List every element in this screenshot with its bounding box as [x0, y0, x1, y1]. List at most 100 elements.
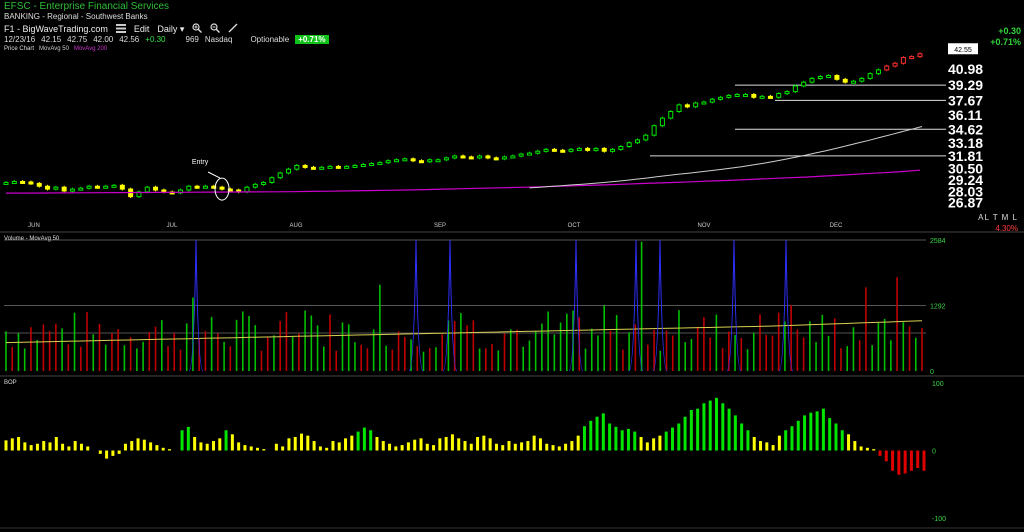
candle: [842, 78, 848, 83]
candle: [867, 73, 873, 79]
candle: [427, 159, 433, 163]
candle: [701, 101, 707, 105]
candle: [186, 185, 192, 191]
month-label: OCT: [568, 223, 581, 229]
candle: [502, 156, 508, 160]
candle: [568, 148, 574, 152]
candle: [817, 75, 823, 79]
candle: [759, 95, 765, 99]
month-label: AUG: [289, 223, 302, 229]
candle: [767, 95, 773, 99]
candle: [875, 69, 881, 75]
candle: [28, 181, 34, 185]
candle: [144, 186, 150, 193]
candle: [643, 134, 649, 141]
candle: [360, 163, 366, 167]
candle: [751, 93, 757, 98]
candle: [726, 94, 732, 98]
candle: [826, 75, 832, 79]
month-label: JUN: [28, 223, 40, 229]
candle: [94, 185, 100, 189]
volume-axis-label: 0: [930, 369, 934, 376]
candle: [119, 184, 125, 190]
candle: [294, 164, 300, 170]
candle: [460, 155, 466, 159]
candle: [693, 102, 699, 108]
candle: [452, 155, 458, 159]
candle: [69, 188, 75, 192]
chart-canvas[interactable]: 40.9839.2937.6736.1134.6233.1831.8130.50…: [0, 0, 1024, 532]
candle: [659, 117, 665, 127]
last-price-label: 42.55: [954, 47, 972, 54]
candle: [809, 77, 815, 83]
candle: [784, 91, 790, 95]
candle: [244, 186, 250, 193]
candle: [111, 184, 117, 188]
bop-axis-label: -100: [932, 516, 946, 523]
bop-axis-label: 100: [932, 381, 944, 388]
candle: [792, 85, 798, 93]
candle: [335, 165, 341, 169]
candle: [78, 187, 84, 191]
candle: [892, 62, 898, 67]
candle: [377, 162, 383, 166]
candle: [269, 177, 275, 183]
candle: [593, 147, 599, 151]
candle: [535, 150, 541, 154]
candle: [684, 104, 690, 108]
candle: [286, 168, 292, 174]
candle: [219, 186, 225, 190]
candle: [651, 125, 657, 136]
candle: [709, 98, 715, 103]
candle: [801, 81, 807, 87]
candle: [917, 53, 923, 58]
candle: [53, 186, 59, 190]
candle: [277, 172, 283, 179]
candle: [394, 159, 400, 163]
candle: [485, 155, 491, 159]
candle: [676, 104, 682, 112]
candle: [743, 93, 749, 97]
candle: [618, 146, 624, 150]
candle: [834, 75, 840, 80]
price-axis-label: 40.98: [948, 61, 983, 77]
bop-axis-label: 0: [932, 449, 936, 456]
candle: [45, 185, 51, 190]
candle: [252, 183, 258, 188]
candle: [327, 165, 333, 169]
candle: [576, 147, 582, 151]
candle: [560, 149, 566, 153]
candle: [20, 181, 26, 185]
candle: [319, 166, 325, 170]
scale-percent-label: 4.30%: [995, 224, 1018, 233]
candle: [153, 186, 159, 191]
price-axis-label: 39.29: [948, 77, 983, 93]
candle: [36, 182, 42, 187]
candle: [3, 181, 9, 185]
candle: [344, 165, 350, 169]
month-label: DEC: [830, 223, 843, 229]
candle: [526, 152, 532, 156]
candle: [626, 142, 632, 148]
entry-pointer: [207, 171, 221, 179]
candle: [851, 80, 857, 84]
candle: [402, 158, 408, 162]
candle: [859, 77, 865, 82]
candle: [900, 57, 906, 64]
month-label: SEP: [434, 223, 446, 229]
candle: [194, 185, 200, 189]
candle: [884, 65, 890, 71]
candle: [518, 153, 524, 157]
price-axis-label: 37.67: [948, 92, 983, 108]
volume-axis-label: 1292: [930, 304, 946, 311]
candle: [202, 185, 208, 189]
candle: [477, 155, 483, 159]
candle: [369, 163, 375, 167]
bop-legend: BOP: [4, 380, 17, 386]
candle: [443, 157, 449, 161]
price-axis-label: 26.87: [948, 195, 983, 211]
candle: [261, 181, 267, 185]
candle: [734, 93, 740, 97]
alt-ml-label[interactable]: AL T M L: [978, 213, 1018, 222]
candle: [493, 157, 499, 161]
